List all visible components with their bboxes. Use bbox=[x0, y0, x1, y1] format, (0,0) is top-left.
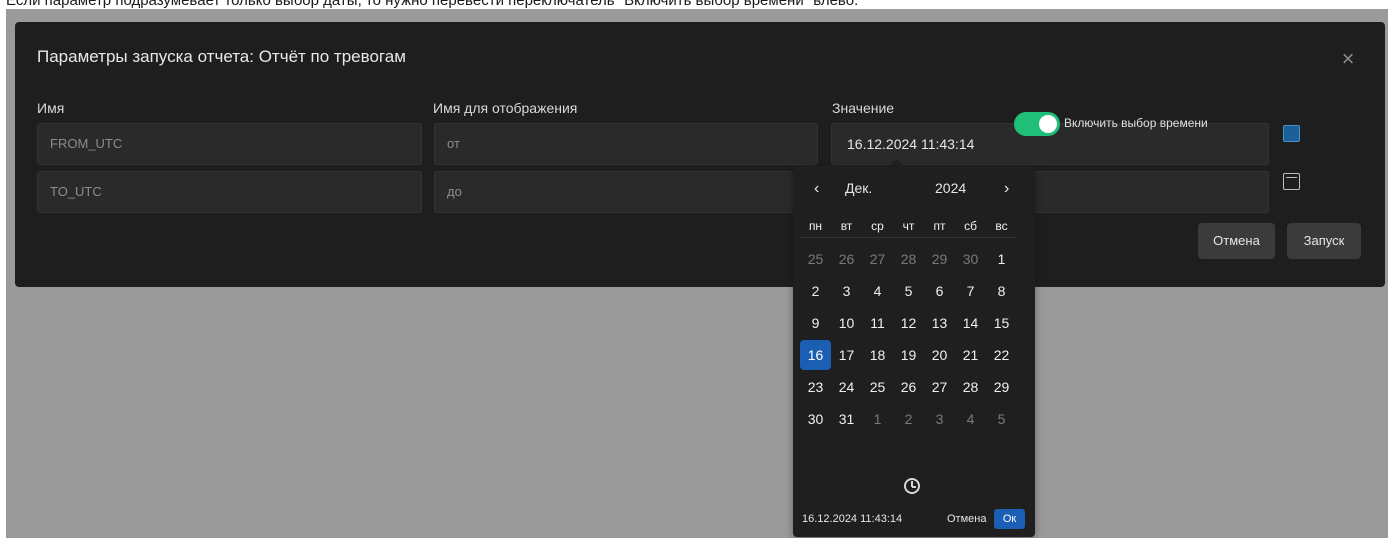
date-picker-popup: ‹ Дек. 2024 › пн вт ср чт пт сб вс 25 26 27 28 29 30… bbox=[793, 158, 1035, 537]
calendar-day[interactable]: 9 bbox=[800, 308, 831, 338]
calendar-day-selected[interactable]: 16 bbox=[800, 340, 831, 370]
calendar-day[interactable]: 17 bbox=[831, 340, 862, 370]
calendar-day[interactable]: 3 bbox=[831, 276, 862, 306]
calendar-day[interactable]: 4 bbox=[862, 276, 893, 306]
report-params-dialog: Параметры запуска отчета: Отчёт по трево… bbox=[15, 22, 1385, 287]
param-name-field: FROM_UTC bbox=[37, 123, 422, 165]
calendar-day[interactable]: 28 bbox=[955, 372, 986, 402]
calendar-day[interactable]: 10 bbox=[831, 308, 862, 338]
column-header-display-name: Имя для отображения bbox=[433, 100, 578, 116]
calendar-day[interactable]: 24 bbox=[831, 372, 862, 402]
calendar-day[interactable]: 13 bbox=[924, 308, 955, 338]
calendar-day[interactable]: 7 bbox=[955, 276, 986, 306]
calendar-day[interactable]: 26 bbox=[831, 244, 862, 274]
calendar-day[interactable]: 30 bbox=[955, 244, 986, 274]
calendar-day[interactable]: 14 bbox=[955, 308, 986, 338]
calendar-day[interactable]: 18 bbox=[862, 340, 893, 370]
param-name-field: TO_UTC bbox=[37, 171, 422, 213]
calendar-day[interactable]: 1 bbox=[862, 404, 893, 434]
display-name-field[interactable]: до bbox=[434, 171, 818, 213]
calendar-day[interactable]: 27 bbox=[924, 372, 955, 402]
selected-datetime: 16.12.2024 11:43:14 bbox=[802, 513, 903, 525]
calendar-day[interactable]: 2 bbox=[893, 404, 924, 434]
calendar-day[interactable]: 5 bbox=[986, 404, 1017, 434]
toggle-knob bbox=[1039, 115, 1057, 133]
calendar-icon-active[interactable] bbox=[1283, 125, 1300, 142]
instruction-text: Если параметр подразумевает только выбор… bbox=[6, 0, 859, 9]
weekday-label: пн bbox=[808, 219, 823, 233]
calendar-day[interactable]: 5 bbox=[893, 276, 924, 306]
column-header-value: Значение bbox=[832, 100, 895, 116]
picker-cancel-button[interactable]: Отмена bbox=[947, 513, 986, 525]
dialog-title: Параметры запуска отчета: Отчёт по трево… bbox=[37, 47, 406, 66]
calendar-day[interactable]: 1 bbox=[986, 244, 1017, 274]
calendar-icon[interactable] bbox=[1283, 173, 1300, 190]
close-icon[interactable]: × bbox=[1333, 44, 1363, 74]
calendar-week-row: 23 24 25 26 27 28 29 bbox=[800, 372, 1017, 404]
calendar-day[interactable]: 30 bbox=[800, 404, 831, 434]
calendar-day[interactable]: 25 bbox=[800, 244, 831, 274]
calendar-day[interactable]: 3 bbox=[924, 404, 955, 434]
run-button[interactable]: Запуск bbox=[1287, 223, 1361, 259]
weekday-label: вс bbox=[995, 219, 1008, 233]
weekday-label: ср bbox=[871, 219, 884, 233]
calendar-day[interactable]: 4 bbox=[955, 404, 986, 434]
calendar-day[interactable]: 25 bbox=[862, 372, 893, 402]
calendar-day[interactable]: 29 bbox=[986, 372, 1017, 402]
calendar-week-row: 30 31 1 2 3 4 5 bbox=[800, 404, 1017, 436]
calendar-day[interactable]: 23 bbox=[800, 372, 831, 402]
year-select[interactable]: 2024 bbox=[935, 180, 966, 196]
calendar-day[interactable]: 12 bbox=[893, 308, 924, 338]
cancel-button[interactable]: Отмена bbox=[1198, 223, 1275, 259]
calendar-day[interactable]: 31 bbox=[831, 404, 862, 434]
column-header-name: Имя bbox=[37, 100, 65, 116]
calendar-day[interactable]: 6 bbox=[924, 276, 955, 306]
calendar-day[interactable]: 22 bbox=[986, 340, 1017, 370]
calendar-day[interactable]: 29 bbox=[924, 244, 955, 274]
calendar-day[interactable]: 26 bbox=[893, 372, 924, 402]
calendar-day[interactable]: 2 bbox=[800, 276, 831, 306]
picker-ok-button[interactable]: Ок bbox=[994, 509, 1025, 529]
calendar-day[interactable]: 15 bbox=[986, 308, 1017, 338]
time-selection-toggle[interactable] bbox=[1014, 112, 1060, 136]
calendar-day[interactable]: 28 bbox=[893, 244, 924, 274]
weekday-label: чт bbox=[902, 219, 915, 233]
calendar-week-row: 2345678 bbox=[800, 276, 1017, 308]
clock-icon[interactable] bbox=[904, 478, 920, 494]
display-name-field[interactable]: от bbox=[434, 123, 818, 165]
prev-month-icon[interactable]: ‹ bbox=[814, 180, 819, 198]
calendar-week-row: 9 10 11 12 13 14 15 bbox=[800, 308, 1017, 340]
calendar-day[interactable]: 27 bbox=[862, 244, 893, 274]
calendar-day[interactable]: 19 bbox=[893, 340, 924, 370]
calendar-week-row: 16 17 18 19 20 21 22 bbox=[800, 340, 1017, 372]
weekday-header-row: пн вт ср чт пт сб вс bbox=[800, 214, 1017, 238]
calendar-day[interactable]: 11 bbox=[862, 308, 893, 338]
calendar-day[interactable]: 8 bbox=[986, 276, 1017, 306]
weekday-label: пт bbox=[933, 219, 946, 233]
calendar-week-row: 25 26 27 28 29 30 1 bbox=[800, 244, 1017, 276]
calendar-day[interactable]: 21 bbox=[955, 340, 986, 370]
toggle-label: Включить выбор времени bbox=[1064, 116, 1208, 130]
month-select[interactable]: Дек. bbox=[845, 180, 872, 196]
weekday-label: сб bbox=[964, 219, 977, 233]
weekday-label: вт bbox=[840, 219, 853, 233]
calendar-day[interactable]: 20 bbox=[924, 340, 955, 370]
calendar-grid: пн вт ср чт пт сб вс 25 26 27 28 29 30 1 2 3 4 5 6 7 8 9 10 11 1… bbox=[800, 214, 1017, 436]
next-month-icon[interactable]: › bbox=[1004, 180, 1009, 198]
